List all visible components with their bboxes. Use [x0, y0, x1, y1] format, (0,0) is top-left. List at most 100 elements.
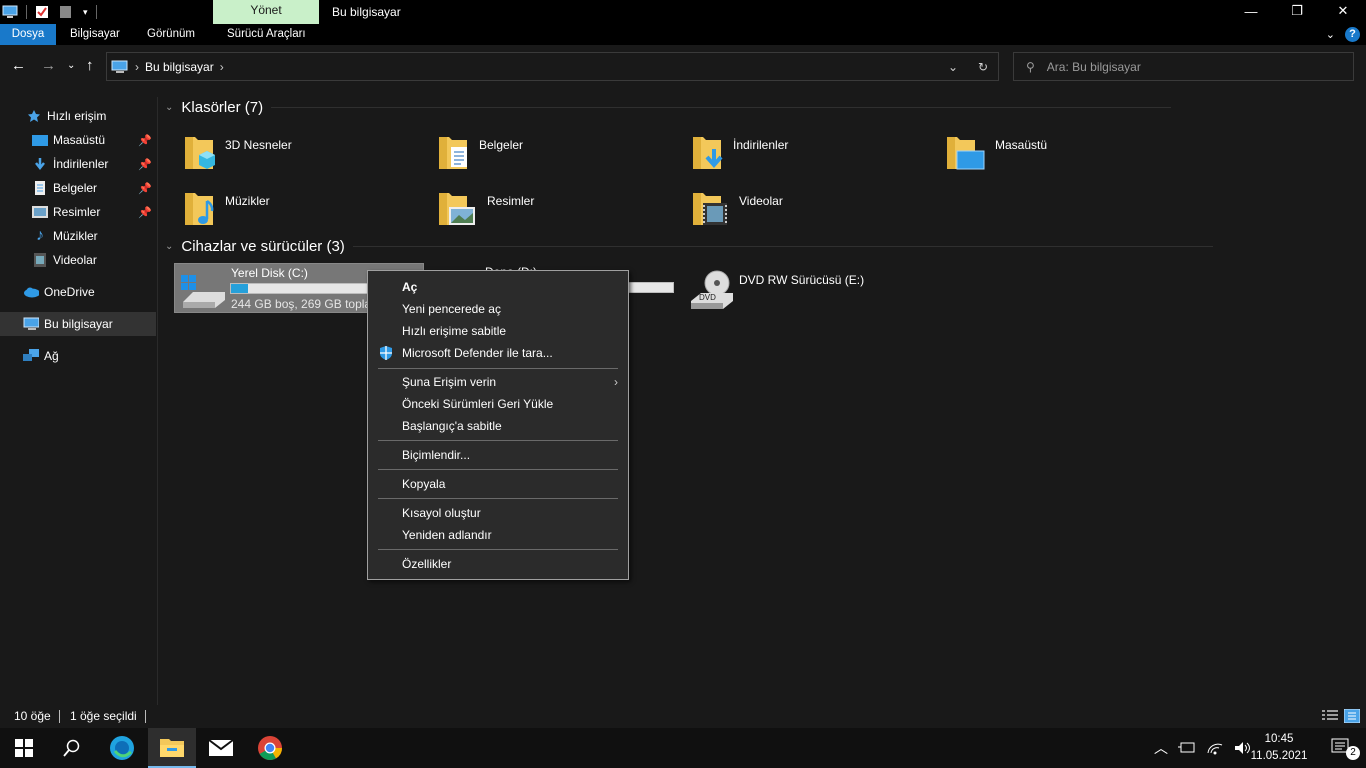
- folder-downloads[interactable]: İndirilenler: [691, 127, 941, 177]
- start-button[interactable]: [0, 728, 48, 768]
- up-arrow-icon[interactable]: ↑: [86, 57, 94, 74]
- tab-drive-tools[interactable]: Sürücü Araçları: [215, 24, 318, 45]
- mail-button[interactable]: [197, 728, 245, 768]
- refresh-icon[interactable]: ↻: [968, 60, 998, 74]
- action-center-button[interactable]: 2: [1318, 728, 1366, 768]
- folder-pictures[interactable]: Resimler: [437, 183, 687, 233]
- qat-dropdown-icon[interactable]: ▾: [83, 7, 88, 18]
- document-icon: [32, 180, 48, 196]
- taskbar: ︿ 10:45 11.05.2021 2: [0, 728, 1366, 768]
- folder-videos[interactable]: Videolar: [691, 183, 941, 233]
- sidebar-item-label: Masaüstü: [53, 133, 106, 147]
- drive-label: Yerel Disk (C:): [231, 266, 308, 280]
- folder-documents[interactable]: Belgeler: [437, 127, 687, 177]
- properties-icon[interactable]: [35, 5, 51, 19]
- search-button[interactable]: [48, 728, 96, 768]
- wifi-icon[interactable]: [1206, 741, 1224, 755]
- sidebar-item-label: Ağ: [44, 349, 59, 363]
- menu-item-create-shortcut[interactable]: Kısayol oluştur: [368, 502, 628, 524]
- edge-browser-icon: [110, 736, 134, 760]
- menu-item-pin-start[interactable]: Başlangıç'a sabitle: [368, 415, 628, 437]
- recent-locations-icon[interactable]: ⌄: [67, 60, 75, 71]
- breadcrumb-chevron-icon[interactable]: ›: [220, 60, 224, 74]
- search-input[interactable]: ⚲ Ara: Bu bilgisayar: [1013, 52, 1354, 81]
- menu-separator: [378, 368, 618, 369]
- tab-computer[interactable]: Bilgisayar: [58, 24, 132, 45]
- large-icons-view-icon[interactable]: [1343, 708, 1361, 726]
- sidebar-item-this-pc[interactable]: Bu bilgisayar: [0, 312, 156, 336]
- 3d-objects-folder-icon: [185, 137, 215, 169]
- ribbon-expand-icon[interactable]: ⌄: [1326, 28, 1335, 41]
- menu-item-give-access[interactable]: Şuna Erişim verin ›: [368, 371, 628, 393]
- video-icon: [32, 252, 48, 268]
- drive-e[interactable]: DVD DVD RW Sürücüsü (E:): [687, 263, 937, 313]
- section-divider: [352, 246, 1213, 247]
- menu-item-pin-quick-access[interactable]: Hızlı erişime sabitle: [368, 320, 628, 342]
- file-view: ⌄ Klasörler (7) 3D Nesneler Belgeler İnd…: [159, 97, 1366, 705]
- folder-label: Resimler: [487, 194, 535, 208]
- sidebar-item-desktop[interactable]: Masaüstü 📌: [0, 128, 156, 152]
- edge-button[interactable]: [98, 728, 146, 768]
- sidebar-item-network[interactable]: Ağ: [0, 344, 156, 368]
- battery-power-icon[interactable]: [1178, 741, 1196, 755]
- menu-item-open-new-window[interactable]: Yeni pencerede aç: [368, 298, 628, 320]
- show-hidden-icons-icon[interactable]: ︿: [1154, 738, 1168, 758]
- forward-arrow-icon[interactable]: →: [41, 57, 56, 74]
- computer-icon: [23, 316, 39, 332]
- section-divider: [271, 107, 1172, 108]
- tab-view[interactable]: Görünüm: [135, 24, 207, 45]
- menu-item-restore-versions[interactable]: Önceki Sürümleri Geri Yükle: [368, 393, 628, 415]
- help-icon[interactable]: ?: [1345, 27, 1360, 42]
- details-view-icon[interactable]: [1322, 710, 1338, 725]
- sidebar-item-onedrive[interactable]: OneDrive: [0, 280, 156, 304]
- folder-label: Videolar: [739, 194, 783, 208]
- close-button[interactable]: ✕: [1320, 0, 1366, 22]
- sidebar-item-label: Bu bilgisayar: [44, 317, 113, 331]
- menu-item-properties[interactable]: Özellikler: [368, 553, 628, 575]
- pin-icon: 📌: [138, 158, 152, 171]
- network-icon: [23, 348, 39, 364]
- back-arrow-icon[interactable]: ←: [11, 57, 26, 74]
- new-folder-icon[interactable]: [59, 5, 75, 19]
- context-menu: Aç Yeni pencerede aç Hızlı erişime sabit…: [367, 270, 629, 580]
- pin-icon: 📌: [138, 206, 152, 219]
- folder-label: 3D Nesneler: [225, 138, 292, 152]
- menu-item-format[interactable]: Biçimlendir...: [368, 444, 628, 466]
- folder-3d-objects[interactable]: 3D Nesneler: [183, 127, 433, 177]
- menu-item-open[interactable]: Aç: [368, 276, 628, 298]
- status-separator: [59, 710, 60, 723]
- folder-desktop[interactable]: Masaüstü: [945, 127, 1195, 177]
- file-explorer-button[interactable]: [148, 728, 196, 768]
- folder-music[interactable]: Müzikler: [183, 183, 433, 233]
- sidebar-item-videos[interactable]: Videolar: [0, 248, 156, 272]
- tab-file[interactable]: Dosya: [0, 24, 56, 45]
- menu-item-rename[interactable]: Yeniden adlandır: [368, 524, 628, 546]
- folders-section-header[interactable]: ⌄ Klasörler (7): [165, 99, 1172, 116]
- taskbar-clock[interactable]: 10:45 11.05.2021: [1244, 731, 1314, 765]
- sidebar-item-music[interactable]: ♪ Müzikler: [0, 224, 156, 248]
- breadcrumb[interactable]: Bu bilgisayar: [145, 60, 214, 74]
- sidebar-item-label: Hızlı erişim: [47, 109, 107, 123]
- sidebar-item-downloads[interactable]: İndirilenler 📌: [0, 152, 156, 176]
- breadcrumb-separator-icon[interactable]: ›: [135, 60, 139, 74]
- computer-icon[interactable]: [2, 5, 18, 19]
- address-bar[interactable]: › Bu bilgisayar › ⌄ ↻: [106, 52, 999, 81]
- star-icon: [26, 108, 42, 124]
- manage-contextual-tab[interactable]: Yönet: [213, 0, 319, 24]
- title-bar: ▾ Yönet Bu bilgisayar — ❐ ✕: [0, 0, 1366, 24]
- minimize-button[interactable]: —: [1228, 0, 1274, 22]
- music-note-icon: ♪: [36, 227, 44, 244]
- chrome-button[interactable]: [246, 728, 294, 768]
- notification-badge: 2: [1346, 746, 1360, 760]
- documents-folder-icon: [439, 137, 467, 169]
- sidebar-item-quick-access[interactable]: Hızlı erişim: [0, 104, 156, 128]
- sidebar-item-documents[interactable]: Belgeler 📌: [0, 176, 156, 200]
- address-dropdown-icon[interactable]: ⌄: [938, 60, 968, 74]
- menu-item-defender-scan[interactable]: Microsoft Defender ile tara...: [368, 342, 628, 364]
- sidebar-item-pictures[interactable]: Resimler 📌: [0, 200, 156, 224]
- menu-item-copy[interactable]: Kopyala: [368, 473, 628, 495]
- maximize-button[interactable]: ❐: [1274, 0, 1320, 22]
- menu-separator: [378, 498, 618, 499]
- system-tray: ︿: [1154, 728, 1252, 768]
- devices-section-header[interactable]: ⌄ Cihazlar ve sürücüler (3): [165, 238, 1213, 255]
